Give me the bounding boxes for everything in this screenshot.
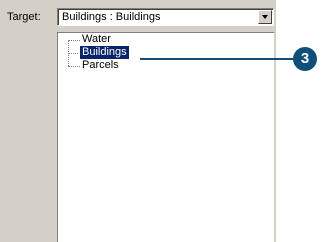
target-label: Target: bbox=[7, 11, 41, 23]
list-item-water[interactable]: Water bbox=[80, 33, 113, 46]
toolbar-panel: Target: Buildings : Buildings Water Buil… bbox=[0, 0, 276, 242]
tree-connector bbox=[68, 66, 80, 67]
list-item-parcels[interactable]: Parcels bbox=[80, 59, 121, 72]
target-dropdown-value: Buildings : Buildings bbox=[62, 11, 161, 23]
target-layer-list[interactable]: Water Buildings Parcels bbox=[57, 32, 274, 242]
tree-connector bbox=[68, 40, 80, 41]
tree-connector bbox=[68, 53, 80, 54]
callout-step-badge: 3 bbox=[293, 47, 317, 71]
editor-target-panel: Target: Buildings : Buildings Water Buil… bbox=[0, 0, 325, 242]
callout-line bbox=[140, 58, 299, 60]
chevron-down-icon bbox=[262, 15, 268, 19]
dropdown-button[interactable] bbox=[258, 10, 272, 24]
target-dropdown[interactable]: Buildings : Buildings bbox=[57, 8, 274, 26]
list-item-buildings[interactable]: Buildings bbox=[79, 45, 130, 60]
